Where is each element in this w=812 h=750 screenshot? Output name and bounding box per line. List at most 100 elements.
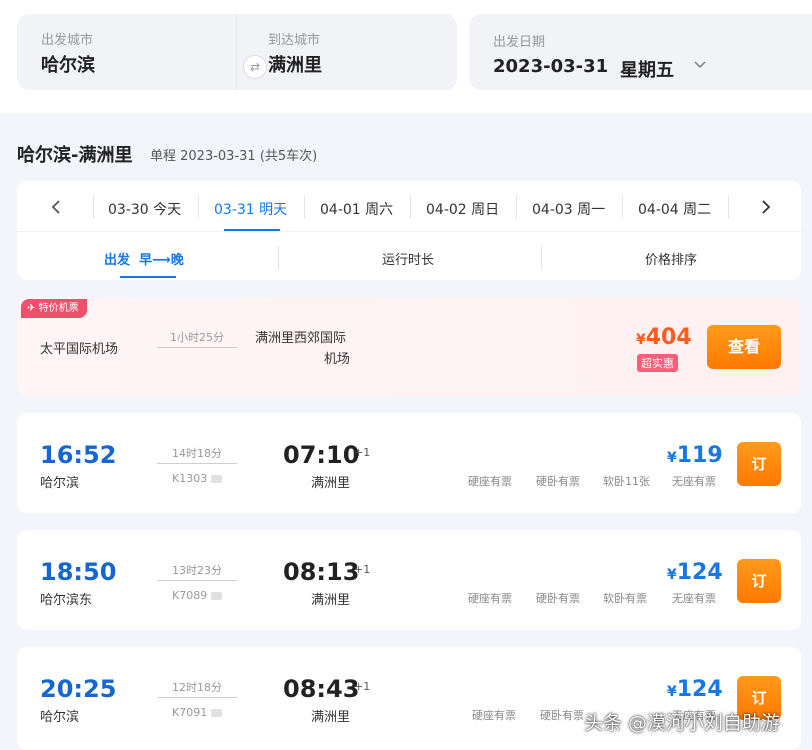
seat-hard-sleeper: 硬卧有票: [540, 709, 584, 722]
duration-line: [157, 580, 237, 581]
ticket-price-value: 119: [676, 443, 723, 468]
from-city-label: 出发城市: [41, 33, 94, 48]
date-label: 出发日期: [493, 35, 546, 50]
departure-time: 16:52: [40, 441, 117, 469]
watermark-text: 头条 @漠河小刘自助游: [584, 712, 781, 734]
city-divider: [236, 14, 237, 90]
arrival-station: 满洲里: [311, 593, 351, 608]
swap-cities-icon[interactable]: ⇄: [243, 55, 267, 79]
date-separator: [304, 195, 305, 219]
sort-price[interactable]: 价格排序: [645, 249, 697, 268]
sort-depart-label: 出发: [104, 253, 131, 268]
sort-duration[interactable]: 运行时长: [382, 249, 434, 268]
day-text: 周日: [471, 202, 500, 218]
departure-time: 18:50: [40, 558, 117, 586]
ticket-price-value: 124: [676, 560, 723, 585]
arrival-station: 满洲里: [311, 476, 351, 491]
tag-text: 特价机票: [38, 303, 79, 314]
date-separator: [728, 195, 729, 219]
train-number-text: K7089: [172, 589, 208, 602]
arrow-right-icon: ⟶: [152, 253, 171, 268]
departure-time: 20:25: [40, 675, 117, 703]
date-text: 04-03: [532, 202, 573, 218]
to-city-value[interactable]: 满洲里: [268, 51, 322, 77]
train-number[interactable]: K7089: [172, 589, 223, 602]
prev-date-arrow-icon[interactable]: [50, 199, 62, 215]
next-date-arrow-icon[interactable]: [760, 199, 772, 215]
flight-price: ¥404: [636, 325, 692, 350]
trip-duration: 14时18分: [172, 447, 222, 460]
seat-hard-sleeper: 硬卧有票: [536, 475, 580, 488]
next-day-marker: +1: [354, 680, 371, 693]
view-flight-button[interactable]: 查看: [707, 325, 781, 369]
date-tab-0401[interactable]: 04-01 周六: [320, 199, 393, 219]
train-number-text: K7091: [172, 706, 208, 719]
date-text: 03-30: [108, 202, 149, 218]
weekday-value: 星期五: [620, 60, 674, 81]
departure-station: 哈尔滨: [40, 710, 80, 725]
date-text: 04-01: [320, 202, 361, 218]
sort-late-label: 晚: [170, 253, 184, 268]
to-city-label: 到达城市: [268, 33, 321, 48]
date-separator: [410, 195, 411, 219]
train-number[interactable]: K7091: [172, 706, 223, 719]
info-icon: [211, 592, 223, 600]
ticket-price: ¥124: [667, 560, 723, 585]
info-icon: [211, 709, 223, 717]
seat-hard-sleeper: 硬卧有票: [536, 592, 580, 605]
date-tab-0330[interactable]: 03-30 今天: [108, 199, 181, 219]
chevron-down-icon: [694, 61, 706, 69]
book-button[interactable]: 订: [737, 559, 781, 603]
date-separator: [93, 195, 94, 219]
arrival-station: 满洲里: [311, 710, 351, 725]
trip-duration: 13时23分: [172, 564, 222, 577]
route-subtitle: 单程 2023-03-31 (共5车次): [150, 149, 318, 164]
flight-to-line2: 机场: [324, 352, 351, 367]
date-tab-0403[interactable]: 04-03 周一: [532, 199, 605, 219]
day-text: 周二: [683, 202, 712, 218]
date-text: 03-31: [214, 202, 255, 218]
flight-to-line1: 满洲里西郊国际: [255, 331, 347, 346]
date-sort-divider: [17, 231, 801, 232]
duration-line: [157, 697, 237, 698]
next-day-marker: +1: [354, 446, 371, 459]
date-tab-0331[interactable]: 03-31 明天: [214, 199, 287, 219]
date-selector[interactable]: 出发日期 2023-03-31 星期五: [469, 14, 812, 90]
date-separator: [198, 195, 199, 219]
date-separator: [622, 195, 623, 219]
seat-standing: 无座有票: [672, 475, 716, 488]
city-selector[interactable]: 出发城市 哈尔滨 ⇄ 到达城市 满洲里: [17, 14, 457, 90]
special-flight-tag: ✈ 特价机票: [21, 299, 87, 318]
seat-hard: 硬座有票: [468, 475, 512, 488]
sort-early-label: 早: [139, 253, 153, 268]
from-city-value[interactable]: 哈尔滨: [41, 51, 95, 77]
next-day-marker: +1: [354, 563, 371, 576]
flight-from: 太平国际机场: [40, 342, 119, 357]
train-number-text: K1303: [172, 472, 208, 485]
trip-duration: 12时18分: [172, 681, 222, 694]
sort-divider: [541, 246, 542, 270]
ticket-price-value: 124: [676, 677, 723, 702]
flight-duration: 1小时25分: [170, 331, 224, 344]
currency-symbol: ¥: [636, 332, 646, 348]
book-button[interactable]: 订: [737, 442, 781, 486]
info-icon: [211, 475, 223, 483]
train-number[interactable]: K1303: [172, 472, 223, 485]
seat-hard: 硬座有票: [468, 592, 512, 605]
date-tab-0402[interactable]: 04-02 周日: [426, 199, 499, 219]
date-text: 04-04: [638, 202, 679, 218]
departure-station: 哈尔滨: [40, 476, 80, 491]
flight-duration-line: [157, 347, 237, 348]
deal-badge: 超实惠: [637, 354, 678, 372]
seat-hard: 硬座有票: [472, 709, 516, 722]
flight-price-value: 404: [645, 325, 692, 350]
day-text: 明天: [259, 202, 288, 218]
currency-symbol: ¥: [667, 450, 677, 466]
seat-soft-sleeper: 软卧有票: [603, 592, 647, 605]
day-text: 周一: [577, 202, 606, 218]
date-tab-0404[interactable]: 04-04 周二: [638, 199, 711, 219]
date-value: 2023-03-31: [493, 56, 609, 77]
sort-depart-time[interactable]: 出发 早⟶晚: [104, 249, 184, 268]
currency-symbol: ¥: [667, 567, 677, 583]
seat-standing: 无座有票: [672, 592, 716, 605]
